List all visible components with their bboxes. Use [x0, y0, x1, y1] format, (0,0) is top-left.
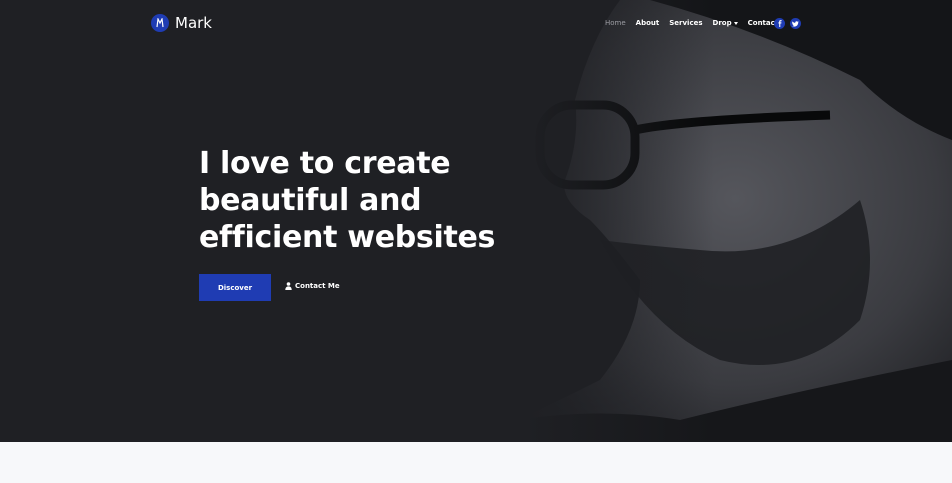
brand-logo-icon — [151, 14, 169, 32]
facebook-icon[interactable] — [774, 18, 785, 29]
contact-me-button[interactable]: Contact Me — [285, 282, 340, 290]
nav-item-services[interactable]: Services — [669, 19, 702, 27]
caret-down-icon — [733, 21, 738, 25]
hero-headline: I love to create beautiful and efficient… — [199, 145, 495, 256]
headline-line-1: I love to create — [199, 146, 451, 181]
user-icon — [285, 282, 292, 290]
nav-item-about[interactable]: About — [636, 19, 660, 27]
brand-name: Mark — [175, 14, 212, 32]
twitter-icon[interactable] — [790, 18, 801, 29]
nav-item-drop[interactable]: Drop — [713, 19, 738, 27]
nav-item-drop-label: Drop — [712, 19, 732, 27]
next-section — [0, 442, 952, 483]
hero-section: Mark Home About Services Drop Contact I … — [0, 0, 952, 442]
nav-item-home[interactable]: Home — [605, 19, 626, 27]
discover-button[interactable]: Discover — [199, 274, 271, 301]
headline-line-3: efficient websites — [199, 220, 496, 255]
brand[interactable]: Mark — [151, 14, 212, 32]
main-nav: Home About Services Drop Contact — [605, 19, 778, 27]
social-links — [774, 18, 801, 29]
contact-me-label: Contact Me — [295, 282, 340, 290]
headline-line-2: beautiful and — [199, 183, 422, 218]
